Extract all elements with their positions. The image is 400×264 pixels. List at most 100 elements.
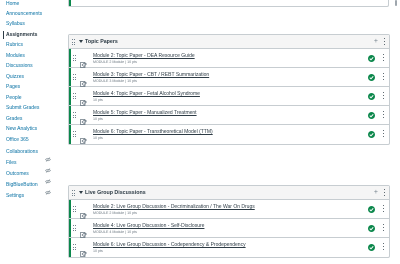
nav-item-quizzes[interactable]: Quizzes <box>6 72 62 82</box>
module-item: Module 4: Topic Paper - Fetal Alcohol Sy… <box>69 87 389 106</box>
drag-handle-icon[interactable] <box>73 244 76 250</box>
nav-item-pages[interactable]: Pages <box>6 82 62 92</box>
nav-item-label[interactable]: Files <box>6 160 17 166</box>
module-item-details: 10 pts <box>93 136 103 140</box>
kebab-menu-icon[interactable] <box>383 54 385 62</box>
kebab-menu-icon[interactable] <box>383 224 385 232</box>
nav-item-discussions[interactable]: Discussions <box>6 61 62 71</box>
module-item-link[interactable]: Module 4: Live Group Discussion - Self-D… <box>93 223 204 229</box>
nav-item-files[interactable]: Files <box>6 158 62 173</box>
module-item: Module 4: Live Group Discussion - Self-D… <box>69 219 389 238</box>
nav-item-label[interactable]: People <box>6 95 22 101</box>
kebab-menu-icon[interactable] <box>383 92 385 100</box>
scrollbar[interactable] <box>394 0 399 264</box>
nav-item-label[interactable]: Pages <box>6 84 20 90</box>
nav-item-label[interactable]: Syllabus <box>6 21 25 27</box>
assignment-icon <box>80 131 88 144</box>
published-check-icon[interactable] <box>368 93 375 100</box>
previous-module-bottom <box>68 0 400 8</box>
module-header[interactable]: Live Group Discussions + <box>69 186 389 200</box>
nav-item-label[interactable]: Modules <box>6 53 25 59</box>
drag-handle-icon[interactable] <box>73 112 76 118</box>
module-item-details: 10 pts <box>93 117 103 121</box>
module-item-link[interactable]: Module 6: Topic Paper - Transtheoretical… <box>93 129 213 135</box>
nav-item-label[interactable]: BigBlueButton <box>6 182 38 188</box>
module-item-link[interactable]: Module 4: Topic Paper - Fetal Alcohol Sy… <box>93 91 200 97</box>
scrollbar-thumb[interactable] <box>395 0 397 6</box>
drag-handle-icon[interactable] <box>73 55 76 61</box>
assignment-icon <box>80 206 88 219</box>
nav-item-announcements[interactable]: Announcements <box>6 9 62 19</box>
drag-handle-icon[interactable] <box>73 225 76 231</box>
kebab-menu-icon[interactable] <box>383 243 385 251</box>
published-check-icon[interactable] <box>368 244 375 251</box>
nav-item-label[interactable]: Quizzes <box>6 74 24 80</box>
nav-item-submit-grades[interactable]: Submit Grades <box>6 103 62 113</box>
published-check-icon[interactable] <box>368 225 375 232</box>
drag-handle-icon[interactable] <box>73 74 76 80</box>
module-topic-papers: Topic Papers + Module 2: Topic Paper - DEA… <box>68 34 390 145</box>
nav-item-assignments[interactable]: Assignments <box>3 30 59 40</box>
nav-item-label[interactable]: Office 365 <box>6 137 29 143</box>
add-item-button[interactable]: + <box>374 37 378 46</box>
kebab-menu-icon[interactable] <box>383 205 385 213</box>
nav-item-label[interactable]: Rubrics <box>6 42 23 48</box>
nav-item-label[interactable]: Submit Grades <box>6 105 39 111</box>
drag-handle-icon[interactable] <box>73 93 76 99</box>
kebab-menu-icon[interactable] <box>383 111 385 119</box>
nav-item-syllabus[interactable]: Syllabus <box>6 19 62 29</box>
hidden-eye-icon <box>45 182 51 195</box>
nav-item-grades[interactable]: Grades <box>6 114 62 124</box>
published-check-icon[interactable] <box>368 74 375 81</box>
drag-handle-icon[interactable] <box>72 39 75 45</box>
add-item-button[interactable]: + <box>374 188 378 197</box>
drag-handle-icon[interactable] <box>73 131 76 137</box>
nav-item-new-analytics[interactable]: New Analytics <box>6 124 62 134</box>
collapse-caret-icon[interactable] <box>79 191 83 194</box>
nav-item-home[interactable]: Home <box>6 0 62 9</box>
published-check-icon[interactable] <box>368 55 375 62</box>
nav-item-collaborations[interactable]: Collaborations <box>6 147 62 162</box>
nav-item-label[interactable]: Settings <box>6 193 24 199</box>
module-item: Module 3: Topic Paper - CBT / REBT Summa… <box>69 68 389 87</box>
nav-item-rubrics[interactable]: Rubrics <box>6 40 62 50</box>
kebab-menu-icon[interactable] <box>384 38 386 46</box>
nav-item-label[interactable]: Grades <box>6 116 22 122</box>
nav-item-label[interactable]: Collaborations <box>6 149 38 155</box>
nav-item-label[interactable]: Announcements <box>6 11 42 17</box>
nav-item-label[interactable]: Outcomes <box>6 171 29 177</box>
hidden-eye-icon <box>45 149 51 162</box>
published-check-icon[interactable] <box>368 206 375 213</box>
module-item-link[interactable]: Module 6: Live Group Discussion - Codepe… <box>93 242 246 248</box>
kebab-menu-icon[interactable] <box>384 189 386 197</box>
nav-item-label[interactable]: Discussions <box>6 63 33 69</box>
kebab-menu-icon[interactable] <box>383 73 385 81</box>
module-item-link[interactable]: Module 5: Topic Paper - Manualized Treat… <box>93 110 197 116</box>
module-item: Module 2: Live Group Discussion - Decrim… <box>69 200 389 219</box>
nav-item-people[interactable]: People <box>6 93 62 103</box>
module-item-details: 10 pts <box>93 249 103 253</box>
module-item-link[interactable]: Module 3: Topic Paper - CBT / REBT Summa… <box>93 72 209 78</box>
nav-item-bigbluebutton[interactable]: BigBlueButton <box>6 180 62 195</box>
module-title: Topic Papers <box>85 39 118 45</box>
collapse-caret-icon[interactable] <box>79 40 83 43</box>
module-item: Module 2: Topic Paper - DEA Resource Gui… <box>69 49 389 68</box>
nav-item-label[interactable]: Home <box>6 1 19 7</box>
module-header[interactable]: Topic Papers + <box>69 35 389 49</box>
kebab-menu-icon[interactable] <box>383 130 385 138</box>
nav-item-office-365[interactable]: Office 365 <box>6 135 62 145</box>
published-check-icon[interactable] <box>368 131 375 138</box>
assignment-icon <box>80 93 88 106</box>
module-item-link[interactable]: Module 2: Live Group Discussion - Decrim… <box>93 204 255 210</box>
nav-item-modules[interactable]: Modules <box>6 51 62 61</box>
nav-item-outcomes[interactable]: Outcomes <box>6 169 62 184</box>
published-check-icon[interactable] <box>368 112 375 119</box>
module-item-details: MODULE 3 Module | 10 pts <box>93 79 137 83</box>
course-navigation: Home Announcements Syllabus Assignments Rubr… <box>0 0 62 264</box>
nav-item-label[interactable]: New Analytics <box>6 126 37 132</box>
nav-item-settings[interactable]: Settings <box>6 191 62 201</box>
drag-handle-icon[interactable] <box>72 190 75 196</box>
nav-item-label[interactable]: Assignments <box>3 32 37 38</box>
drag-handle-icon[interactable] <box>73 206 76 212</box>
module-item-link[interactable]: Module 2: Topic Paper - DEA Resource Gui… <box>93 53 195 59</box>
